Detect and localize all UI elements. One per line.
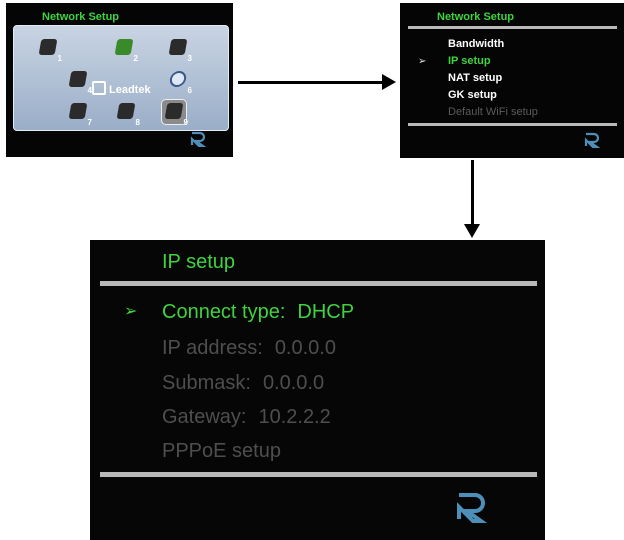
menu-item-nat-setup[interactable]: NAT setup (448, 72, 502, 84)
menu-item-gk-setup[interactable]: GK setup (448, 89, 497, 101)
arrow-cursor-icon: ➢ (418, 56, 427, 67)
network-option-7-icon (68, 103, 88, 119)
network-option-tile-7[interactable]: 7 (66, 100, 92, 127)
screen-title: IP setup (162, 251, 236, 273)
field-value: DHCP (297, 301, 355, 323)
tile-number: 1 (57, 54, 62, 63)
menu-item-ip-setup[interactable]: IP setup (448, 55, 491, 67)
menu-item-bandwidth[interactable]: Bandwidth (448, 38, 504, 50)
brand-name: Leadtek (109, 84, 151, 96)
network-option-4-icon (68, 71, 88, 87)
divider (100, 281, 537, 286)
screen-title: Network Setup (437, 11, 515, 23)
field-label: Gateway: (162, 406, 247, 428)
down-arrow-icon (464, 224, 480, 238)
field-value: 10.2.2.2 (258, 406, 331, 428)
icon-grid-panel: 1 2 3 4 6 7 8 9 (13, 25, 229, 131)
network-option-3-icon (168, 39, 188, 55)
divider (408, 123, 617, 126)
network-option-tile-3[interactable]: 3 (166, 36, 192, 63)
network-option-9-icon (164, 103, 184, 119)
pppoe-setup-item: PPPoE setup (162, 440, 281, 463)
gateway-field: Gateway: 10.2.2.2 (162, 406, 331, 429)
ip-setup-screen: IP setup ➢ Connect type: DHCP IP address:… (90, 240, 545, 540)
field-value: 0.0.0.0 (274, 337, 336, 359)
leadtek-r-logo-icon (455, 491, 487, 523)
tile-number: 9 (183, 118, 188, 127)
field-label: PPPoE setup (162, 440, 281, 462)
network-setup-icon-screen: Network Setup 1 2 3 4 6 7 8 9 Leadtek (6, 3, 233, 157)
field-label: Submask: (162, 372, 251, 394)
field-value: 0.0.0.0 (262, 372, 325, 394)
submask-field: Submask: 0.0.0.0 (162, 372, 324, 395)
ip-address-field: IP address: 0.0.0.0 (162, 337, 336, 360)
network-option-tile-9[interactable]: 9 (162, 100, 188, 127)
divider (408, 26, 617, 29)
network-option-tile-8[interactable]: 8 (114, 100, 140, 127)
leadtek-logo-icon (92, 81, 106, 95)
tile-number: 8 (135, 118, 140, 127)
tile-number: 2 (133, 54, 138, 63)
leadtek-r-logo-icon (584, 132, 600, 148)
flow-arrow-line (238, 81, 384, 84)
menu-item-default-wifi-setup: Default WiFi setup (448, 106, 538, 118)
network-option-6-icon (168, 71, 188, 87)
network-option-tile-1[interactable]: 1 (36, 36, 62, 63)
tile-number: 7 (87, 118, 92, 127)
right-arrow-icon (382, 74, 396, 90)
arrow-cursor-icon: ➢ (124, 303, 138, 320)
network-option-tile-6[interactable]: 6 (166, 68, 192, 95)
network-setup-menu-screen: Network Setup ➢ Bandwidth IP setup NAT s… (400, 3, 624, 158)
tile-number: 3 (187, 54, 192, 63)
field-label: Connect type: (162, 301, 286, 323)
network-option-2-icon (114, 39, 134, 55)
tile-number: 6 (187, 86, 192, 95)
screen-title: Network Setup (42, 11, 120, 23)
network-option-tile-4[interactable]: 4 (66, 68, 92, 95)
divider (100, 472, 537, 477)
connect-type-field[interactable]: Connect type: DHCP (162, 301, 354, 324)
network-option-1-icon (38, 39, 58, 55)
field-label: IP address: (162, 337, 263, 359)
leadtek-r-logo-icon (190, 131, 206, 147)
brand-logo: Leadtek (92, 81, 151, 96)
network-option-8-icon (116, 103, 136, 119)
network-option-tile-2[interactable]: 2 (112, 36, 138, 63)
flow-arrow-line (471, 160, 474, 226)
